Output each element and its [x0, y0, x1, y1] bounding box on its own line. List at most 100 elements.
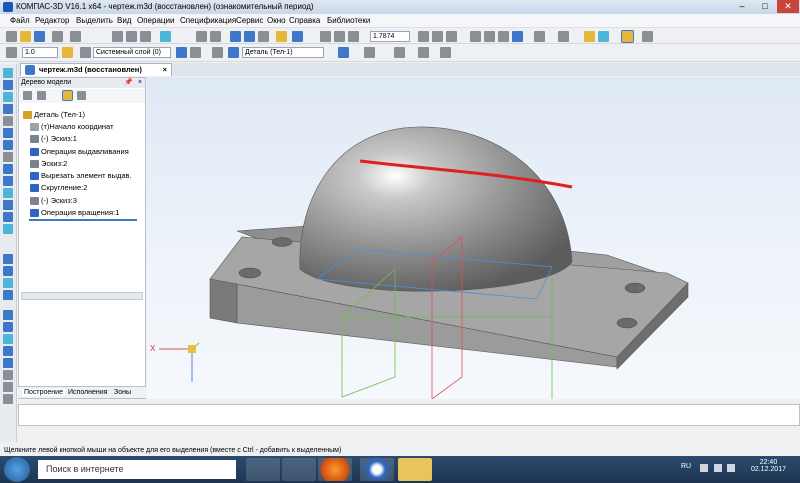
revolve-icon[interactable]	[3, 224, 13, 234]
maximize-button[interactable]: □	[754, 0, 776, 13]
menu-operations[interactable]: Операции	[137, 16, 174, 25]
close-button[interactable]: ✕	[777, 0, 799, 13]
print-icon[interactable]	[52, 31, 63, 42]
tree-item-sketch2[interactable]: Эскиз:2	[41, 159, 67, 168]
rotate-icon[interactable]	[418, 31, 429, 42]
copy-icon[interactable]	[126, 31, 137, 42]
kompas-taskbar-icon[interactable]	[360, 458, 394, 481]
start-button-icon[interactable]	[4, 457, 30, 482]
library-icon[interactable]	[276, 31, 287, 42]
tree-hscrollbar[interactable]	[21, 292, 143, 300]
menu-select[interactable]: Выделить	[76, 16, 113, 25]
tree-item-revolve[interactable]: Операция вращения:1	[41, 208, 119, 217]
thin-lines-icon[interactable]	[498, 31, 509, 42]
sketch-tool-icon[interactable]	[3, 80, 13, 90]
ortho-icon[interactable]	[62, 47, 73, 58]
menu-specification[interactable]: Спецификация	[180, 16, 236, 25]
menu-service[interactable]: Сервис	[236, 16, 263, 25]
save-icon[interactable]	[34, 31, 45, 42]
curves-icon[interactable]	[3, 116, 13, 126]
tree-filter-icon[interactable]	[37, 91, 46, 100]
volume-icon[interactable]	[727, 464, 735, 472]
style-icon[interactable]	[364, 47, 375, 58]
tree-view-icon[interactable]	[23, 91, 32, 100]
panel-icon[interactable]	[642, 31, 653, 42]
hole-icon[interactable]	[3, 334, 13, 344]
menu-file[interactable]: Файл	[10, 16, 30, 25]
grid-icon[interactable]	[212, 47, 223, 58]
zoom-combo[interactable]: 1.7874	[370, 31, 410, 42]
folder-icon[interactable]	[584, 31, 595, 42]
wireframe-icon[interactable]	[470, 31, 481, 42]
preview-icon[interactable]	[70, 31, 81, 42]
undo-icon[interactable]	[196, 31, 207, 42]
section-icon[interactable]	[558, 31, 569, 42]
properties-icon[interactable]	[160, 31, 171, 42]
explorer-icon[interactable]	[398, 458, 432, 481]
zoom-out-icon[interactable]	[334, 31, 345, 42]
filter-tool-icon[interactable]	[3, 152, 13, 162]
slope-icon[interactable]	[3, 370, 13, 380]
3d-viewport[interactable]: X	[147, 77, 800, 399]
tree-item-origin[interactable]: (т)Начало координат	[41, 122, 114, 131]
menu-edit[interactable]: Редактор	[35, 16, 69, 25]
cut-revolve-icon[interactable]	[3, 290, 13, 300]
cut-icon[interactable]	[112, 31, 123, 42]
tree-item-fillet[interactable]: Скругление:2	[41, 183, 87, 192]
tab-zones[interactable]: Зоны	[114, 389, 131, 396]
tree-item-extrude[interactable]: Операция выдавливания	[41, 147, 129, 156]
tab-versions[interactable]: Исполнения	[68, 389, 107, 396]
aux-geometry-icon[interactable]	[3, 92, 13, 102]
coords-icon[interactable]	[176, 47, 187, 58]
elements-icon[interactable]	[3, 200, 13, 210]
taskbar-app-1-icon[interactable]	[246, 458, 280, 481]
shell-icon[interactable]	[3, 358, 13, 368]
loft-icon[interactable]	[3, 266, 13, 276]
extrude-icon[interactable]	[3, 212, 13, 222]
tree-item-cut[interactable]: Вырезать элемент выдав.	[41, 171, 132, 180]
chamfer-icon[interactable]	[3, 322, 13, 332]
tree-settings-icon[interactable]	[77, 91, 86, 100]
edit-tool-icon[interactable]	[3, 68, 13, 78]
spec-tool-icon[interactable]	[3, 176, 13, 186]
cut-extrude-icon[interactable]	[3, 278, 13, 288]
detail-icon[interactable]	[228, 47, 239, 58]
perspective-icon[interactable]	[534, 31, 545, 42]
kinematic-icon[interactable]	[3, 254, 13, 264]
tray-flag-icon[interactable]	[700, 464, 708, 472]
align-icon[interactable]	[440, 47, 451, 58]
text-style-icon[interactable]	[418, 47, 429, 58]
tree-item-root[interactable]: Деталь (Тел-1)	[34, 110, 85, 119]
language-indicator[interactable]: RU	[681, 463, 691, 470]
sheet-metal-icon[interactable]	[3, 164, 13, 174]
minimize-button[interactable]: –	[731, 0, 753, 13]
fx-icon[interactable]	[258, 31, 269, 42]
hatch-icon[interactable]	[394, 47, 405, 58]
rib-icon[interactable]	[3, 346, 13, 356]
zoom-window-icon[interactable]	[348, 31, 359, 42]
split-icon[interactable]	[3, 394, 13, 404]
orientation-icon[interactable]	[446, 31, 457, 42]
document-tab[interactable]: чертеж.m3d (восстановлен) ×	[20, 63, 172, 76]
tree-close-icon[interactable]: ×	[138, 78, 142, 88]
taskbar-search-input[interactable]: Поиск в интернете	[38, 460, 236, 479]
redo-icon[interactable]	[210, 31, 221, 42]
tab-build[interactable]: Построение	[22, 389, 65, 396]
mirror-icon[interactable]	[3, 382, 13, 392]
menu-window[interactable]: Окно	[267, 16, 286, 25]
snap-icon[interactable]	[6, 47, 17, 58]
network-icon[interactable]	[714, 464, 722, 472]
fillet-icon[interactable]	[3, 310, 13, 320]
hidden-lines-icon[interactable]	[484, 31, 495, 42]
measure-icon[interactable]	[190, 47, 201, 58]
array-icon[interactable]	[3, 128, 13, 138]
shaded-icon[interactable]	[512, 31, 523, 42]
manager-icon[interactable]	[230, 31, 241, 42]
surfaces-icon[interactable]	[3, 104, 13, 114]
tree-item-sketch3[interactable]: (-) Эскиз:3	[41, 196, 77, 205]
layer-icon[interactable]	[80, 47, 91, 58]
model-icon[interactable]	[598, 31, 609, 42]
report-icon[interactable]	[3, 188, 13, 198]
filter-icon[interactable]	[621, 30, 634, 43]
zoom-in-icon[interactable]	[320, 31, 331, 42]
